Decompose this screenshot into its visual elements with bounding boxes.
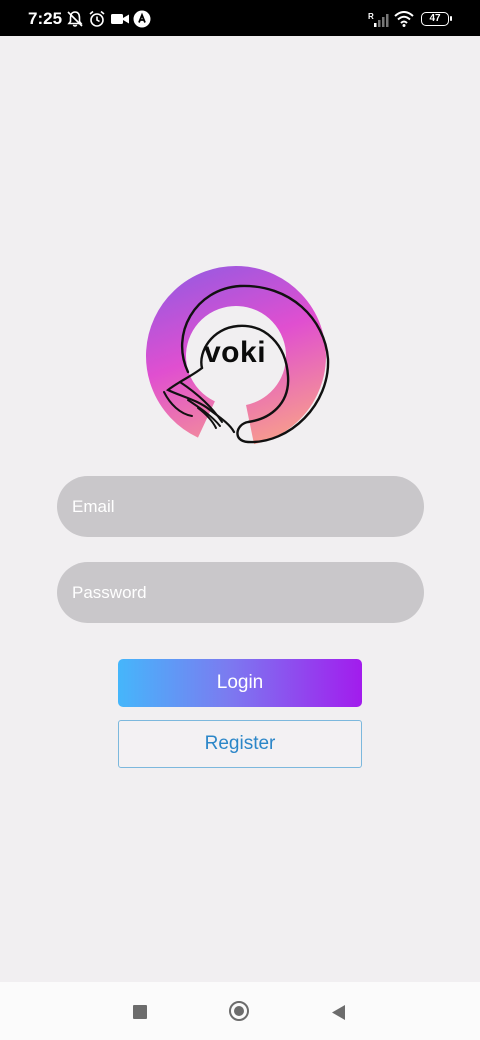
back-icon[interactable] [331,1004,346,1021]
signal-badge: R [368,12,374,21]
password-field-container[interactable] [57,562,424,623]
alarm-icon [89,10,105,27]
status-time: 7:25 [28,9,63,28]
app-notification-icon [133,10,151,28]
email-field[interactable] [70,495,424,518]
signal-icon: R [368,12,389,27]
navigation-bar [0,982,480,1040]
password-field[interactable] [70,581,424,604]
register-button[interactable]: Register [118,720,362,768]
login-button[interactable]: Login [118,659,362,707]
notifications-off-icon [67,11,83,27]
battery-icon: 47 [421,12,452,26]
video-camera-icon [111,14,129,24]
email-field-container[interactable] [57,476,424,537]
home-icon[interactable] [229,1001,249,1021]
wifi-icon [394,11,414,27]
recent-apps-icon[interactable] [133,1005,147,1019]
logo-text: voki [204,336,267,369]
status-bar: 7:25 R 47 [0,0,480,36]
